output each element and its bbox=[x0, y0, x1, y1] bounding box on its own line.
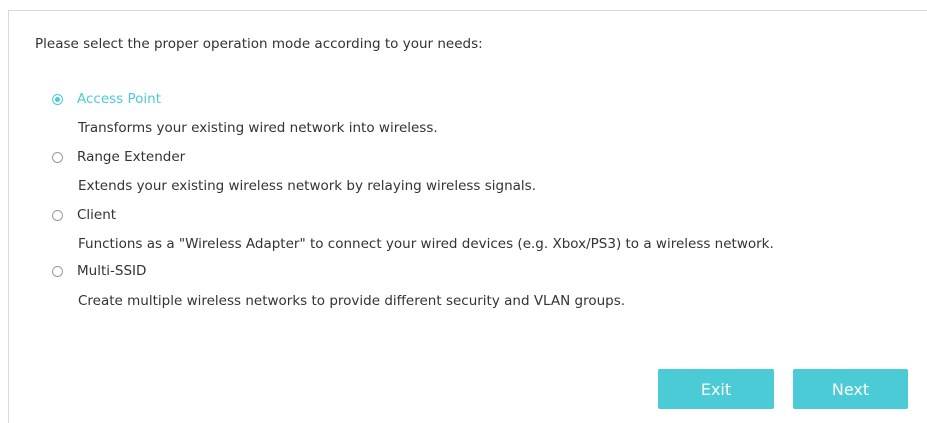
radio-option-multi-ssid[interactable]: Multi-SSID bbox=[52, 261, 146, 281]
mode-description-multi-ssid: Create multiple wireless networks to pro… bbox=[78, 293, 626, 309]
mode-label-multi-ssid[interactable]: Multi-SSID bbox=[77, 263, 146, 279]
mode-label-range-extender[interactable]: Range Extender bbox=[77, 149, 185, 165]
mode-label-access-point[interactable]: Access Point bbox=[77, 91, 161, 107]
radio-button-icon[interactable] bbox=[52, 265, 63, 277]
radio-button-checked-icon[interactable] bbox=[52, 93, 63, 105]
mode-description-client: Functions as a "Wireless Adapter" to con… bbox=[78, 236, 774, 252]
radio-button-icon[interactable] bbox=[52, 151, 63, 163]
radio-option-access-point[interactable]: Access Point bbox=[52, 89, 161, 109]
mode-label-client[interactable]: Client bbox=[77, 207, 116, 223]
exit-button[interactable]: Exit bbox=[658, 369, 774, 409]
radio-button-icon[interactable] bbox=[52, 209, 63, 221]
next-button[interactable]: Next bbox=[793, 369, 908, 409]
operation-mode-panel bbox=[8, 10, 927, 423]
radio-option-client[interactable]: Client bbox=[52, 205, 116, 225]
intro-text: Please select the proper operation mode … bbox=[35, 36, 483, 52]
mode-description-access-point: Transforms your existing wired network i… bbox=[78, 120, 438, 136]
radio-option-range-extender[interactable]: Range Extender bbox=[52, 147, 185, 167]
mode-description-range-extender: Extends your existing wireless network b… bbox=[78, 178, 537, 194]
